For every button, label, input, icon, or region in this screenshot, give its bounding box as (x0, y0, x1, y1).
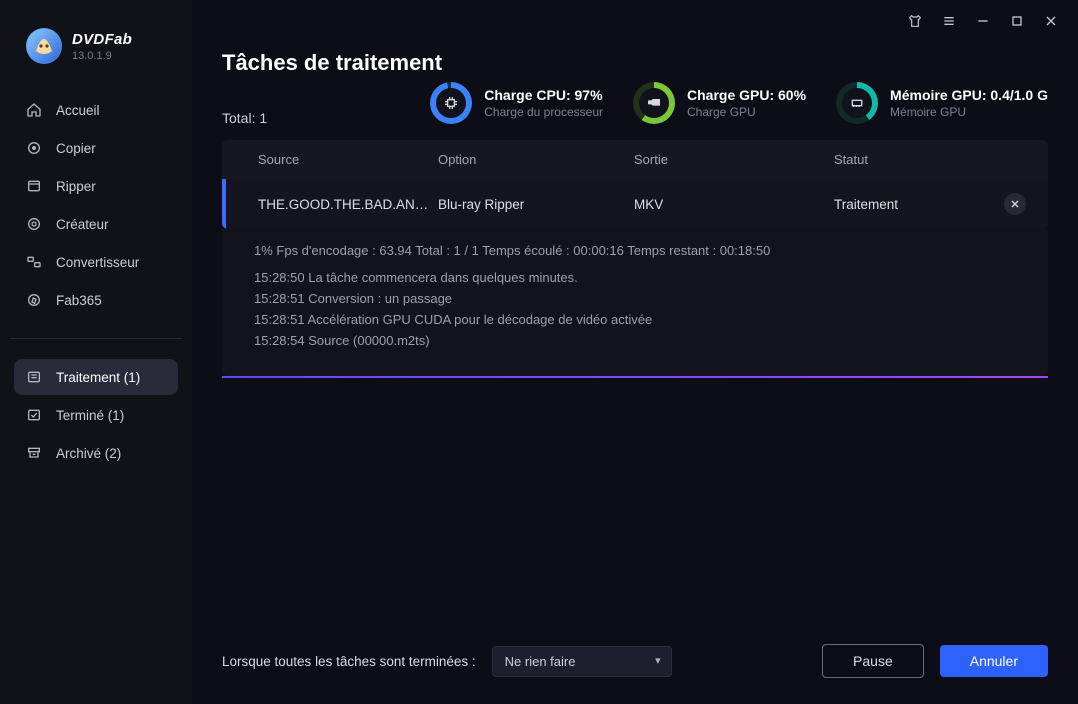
nav-label: Terminé (1) (56, 408, 124, 423)
td-source: THE.GOOD.THE.BAD.AN… (258, 197, 438, 212)
after-tasks-select[interactable]: Ne rien faire (492, 646, 672, 677)
convert-icon (26, 254, 42, 270)
td-statut: Traitement (834, 197, 1004, 212)
logo-text: DVDFab 13.0.1.9 (72, 31, 132, 62)
home-icon (26, 102, 42, 118)
cancel-button[interactable]: Annuler (940, 645, 1048, 677)
maximize-button[interactable] (1008, 12, 1026, 30)
cpu-ring-icon (430, 82, 472, 124)
page-title: Tâches de traitement (222, 50, 1048, 76)
titlebar (192, 0, 1078, 30)
archive-icon (26, 445, 42, 461)
th-source: Source (258, 152, 438, 167)
nav-label: Convertisseur (56, 255, 139, 270)
nav-label: Créateur (56, 217, 109, 232)
gpu-ring-icon (633, 82, 675, 124)
nav-label: Fab365 (56, 293, 102, 308)
nav-archive[interactable]: Archivé (2) (14, 435, 178, 471)
sidebar: DVDFab 13.0.1.9 Accueil Copier Ripper Cr… (0, 0, 192, 704)
log-line: 15:28:51 Accélération GPU CUDA pour le d… (254, 312, 1016, 327)
nav-label: Traitement (1) (56, 370, 140, 385)
td-sortie: MKV (634, 197, 834, 212)
nav-label: Copier (56, 141, 96, 156)
logo-area: DVDFab 13.0.1.9 (0, 0, 192, 86)
after-tasks-label: Lorsque toutes les tâches sont terminées… (222, 654, 476, 669)
compass-icon (26, 292, 42, 308)
table-row[interactable]: THE.GOOD.THE.BAD.AN… Blu-ray Ripper MKV … (222, 179, 1048, 229)
log-line: 15:28:51 Conversion : un passage (254, 291, 1016, 306)
nav-label: Archivé (2) (56, 446, 121, 461)
mem-title: Mémoire GPU: 0.4/1.0 G (890, 87, 1048, 103)
total-count: Total: 1 (222, 82, 267, 126)
th-option: Option (438, 152, 634, 167)
cpu-sub: Charge du processeur (484, 105, 603, 119)
nav-copier[interactable]: Copier (14, 130, 178, 166)
minimize-button[interactable] (974, 12, 992, 30)
nav-accueil[interactable]: Accueil (14, 92, 178, 128)
gpu-sub: Charge GPU (687, 105, 806, 119)
log-panel: 1% Fps d'encodage : 63.94 Total : 1 / 1 … (222, 229, 1048, 376)
metrics-row: Total: 1 Charge CPU: 97% Charge du proce… (192, 82, 1078, 140)
task-table: Source Option Sortie Statut THE.GOOD.THE… (222, 140, 1048, 229)
nav-status: Traitement (1) Terminé (1) Archivé (2) (0, 353, 192, 477)
progress-stats: 1% Fps d'encodage : 63.94 Total : 1 / 1 … (254, 243, 1016, 258)
check-icon (26, 407, 42, 423)
version-label: 13.0.1.9 (72, 50, 132, 62)
metric-cpu: Charge CPU: 97% Charge du processeur (430, 82, 603, 124)
mem-sub: Mémoire GPU (890, 105, 1048, 119)
log-line: 15:28:54 Source (00000.m2ts) (254, 333, 1016, 348)
nav-label: Accueil (56, 103, 100, 118)
footer: Lorsque toutes les tâches sont terminées… (192, 626, 1078, 704)
metric-mem: Mémoire GPU: 0.4/1.0 G Mémoire GPU (836, 82, 1048, 124)
nav-divider (10, 338, 182, 339)
progress-bar (222, 376, 1048, 378)
mem-ring-icon (836, 82, 878, 124)
nav-fab365[interactable]: Fab365 (14, 282, 178, 318)
menu-icon[interactable] (940, 12, 958, 30)
app-logo-icon (26, 28, 62, 64)
nav-ripper[interactable]: Ripper (14, 168, 178, 204)
close-button[interactable] (1042, 12, 1060, 30)
nav-label: Ripper (56, 179, 96, 194)
th-statut: Statut (834, 152, 1004, 167)
nav-termine[interactable]: Terminé (1) (14, 397, 178, 433)
list-icon (26, 369, 42, 385)
metric-gpu: Charge GPU: 60% Charge GPU (633, 82, 806, 124)
td-option: Blu-ray Ripper (438, 197, 634, 212)
remove-task-button[interactable] (1004, 193, 1026, 215)
log-line: 15:28:50 La tâche commencera dans quelqu… (254, 270, 1016, 285)
nav-convertisseur[interactable]: Convertisseur (14, 244, 178, 280)
disc-icon (26, 216, 42, 232)
page-header: Tâches de traitement (192, 30, 1078, 82)
select-value: Ne rien faire (505, 654, 576, 669)
copy-icon (26, 140, 42, 156)
cpu-title: Charge CPU: 97% (484, 87, 603, 103)
nav-main: Accueil Copier Ripper Créateur Convertis… (0, 86, 192, 324)
gpu-title: Charge GPU: 60% (687, 87, 806, 103)
shirt-icon[interactable] (906, 12, 924, 30)
nav-createur[interactable]: Créateur (14, 206, 178, 242)
th-sortie: Sortie (634, 152, 834, 167)
brand-name: DVDFab (72, 31, 132, 48)
rip-icon (26, 178, 42, 194)
main-panel: Tâches de traitement Total: 1 Charge CPU… (192, 0, 1078, 704)
table-header: Source Option Sortie Statut (222, 140, 1048, 179)
nav-traitement[interactable]: Traitement (1) (14, 359, 178, 395)
pause-button[interactable]: Pause (822, 644, 924, 678)
